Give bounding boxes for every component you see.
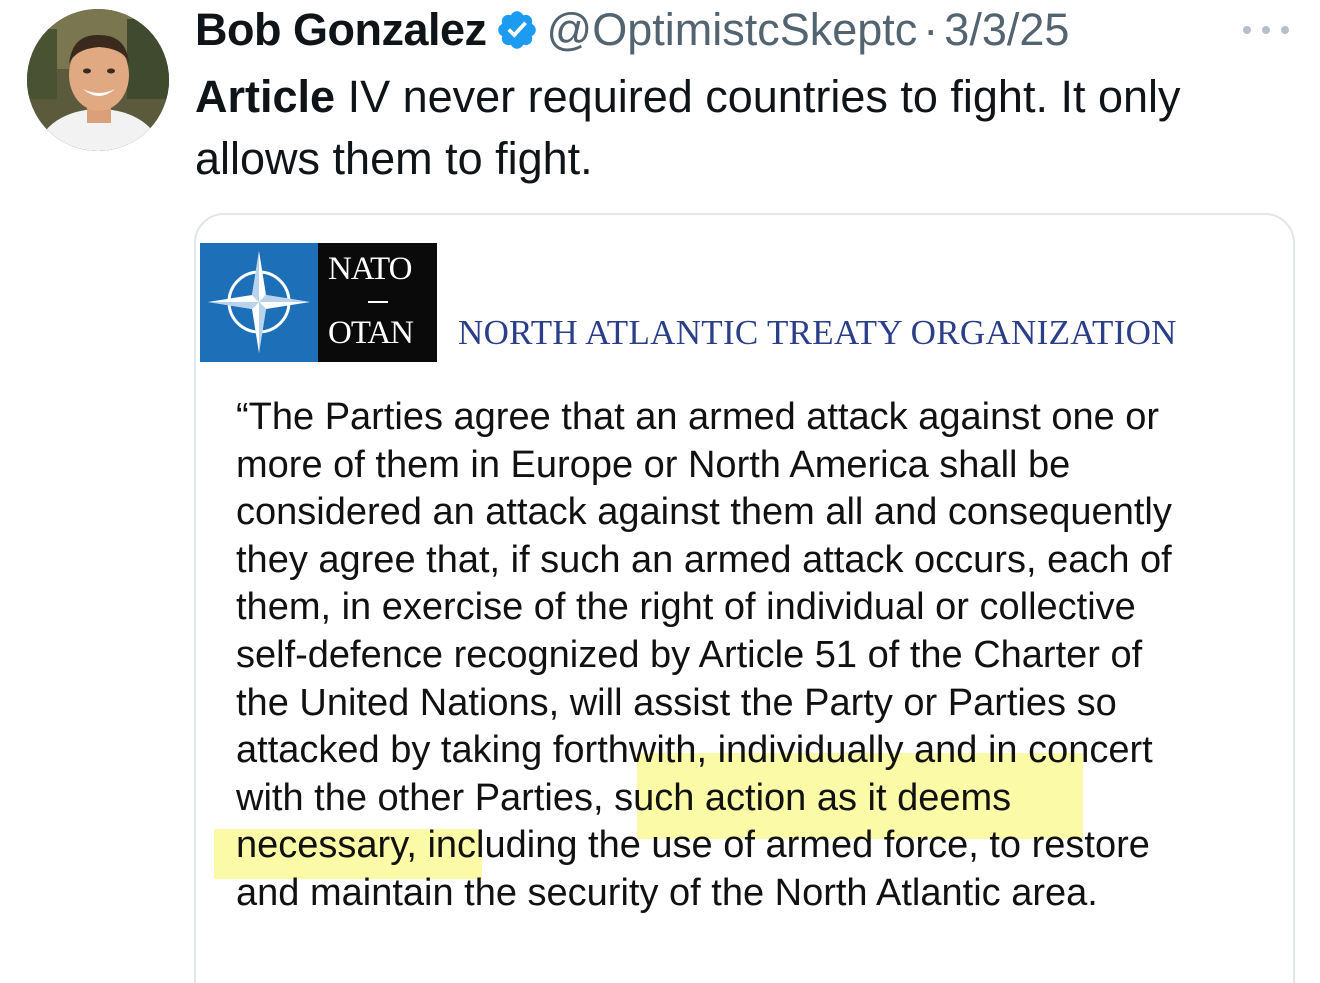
tweet-text: Article IV never required countries to f… [195,66,1285,190]
more-dot [1281,26,1289,34]
tweet-text-rest: IV never required countries to fight. It… [195,71,1181,184]
nato-wordmark: NATO OTAN [318,243,437,362]
nato-logo: NATO OTAN [200,243,437,362]
avatar[interactable] [27,9,169,151]
verified-badge-icon[interactable] [495,8,539,52]
tweet-text-bold: Article [195,71,336,122]
separator-dot: · [923,4,939,55]
display-name[interactable]: Bob Gonzalez [195,4,487,56]
tweet[interactable]: Bob Gonzalez @OptimistcSkeptc · 3/3/25 A… [0,0,1320,983]
nato-org-name: NORTH ATLANTIC TREATY ORGANIZATION [458,313,1177,352]
tweet-header: Bob Gonzalez @OptimistcSkeptc · 3/3/25 [195,4,1069,56]
article-quote-text: “The Parties agree that an armed attack … [236,396,1172,914]
more-options-icon[interactable] [1243,20,1289,40]
nato-logo-bottom: OTAN [328,315,414,351]
nato-logo-top: NATO [328,251,412,287]
nato-compass-emblem [200,243,318,362]
tweet-date[interactable]: 3/3/25 [944,4,1069,56]
nato-logo-divider [368,301,388,303]
more-dot [1243,26,1251,34]
media-image[interactable]: NATO OTAN NORTH ATLANTIC TREATY ORGANIZA… [194,213,1295,983]
user-handle[interactable]: @OptimistcSkeptc [547,4,918,56]
more-dot [1262,26,1270,34]
